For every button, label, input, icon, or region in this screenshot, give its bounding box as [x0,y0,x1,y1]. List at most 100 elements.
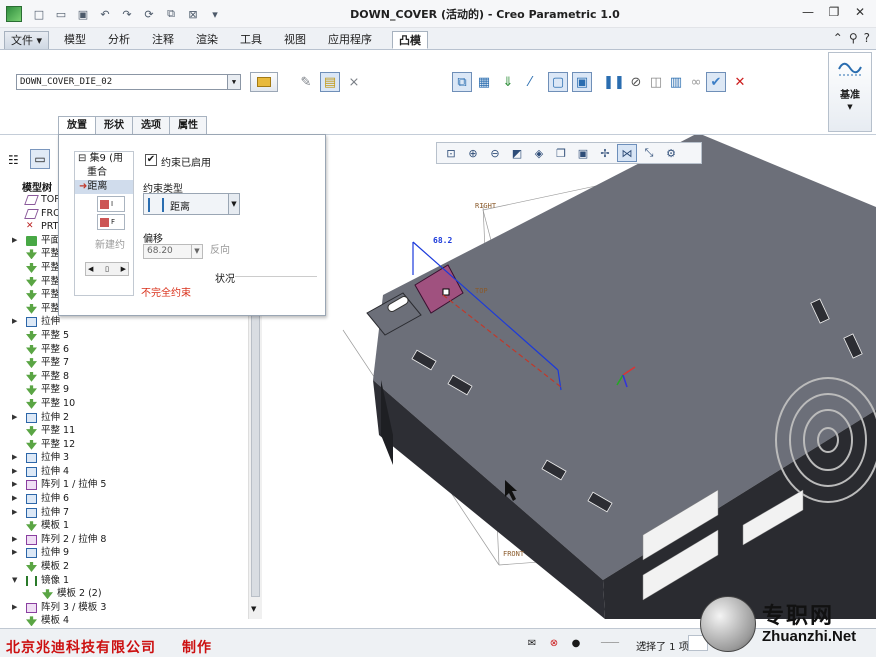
stop-icon[interactable]: ⊗ [546,635,562,651]
close-icon[interactable]: ✕ [852,4,868,20]
restore-icon[interactable]: ❐ [826,4,842,20]
ref-1[interactable]: I [97,196,125,212]
tree-item[interactable]: ▶ 拉伸 6 [0,492,248,506]
saved-views-icon[interactable]: ❐ [551,144,571,162]
list-scrollbar[interactable]: ◀ ▯ ▶ [85,262,129,276]
offset-input[interactable]: 68.20 ▼ [143,244,203,259]
ref-2[interactable]: F [97,214,125,230]
constraint-type-select[interactable]: 距离 ▼ [143,193,240,215]
open-folder-button[interactable] [250,72,278,92]
new-file-icon[interactable]: □ [30,5,48,23]
qat-dropdown-icon[interactable]: ▾ [206,5,224,23]
chevron-down-icon[interactable]: ▼ [227,75,240,89]
graphics-area[interactable]: 68.2 RIGHT TOP FRONT [263,133,876,619]
tab-options[interactable]: 选项 [133,116,170,135]
repaint-icon[interactable]: ◩ [507,144,527,162]
new-constraint[interactable]: 新建约 [75,236,133,251]
minimize-icon[interactable]: — [800,4,816,20]
cancel-x-icon[interactable]: ✕ [730,72,750,92]
collapse-ribbon-icon[interactable]: ⌃ [833,31,843,45]
tab-render[interactable]: 渲染 [190,31,224,49]
frame-icon[interactable]: ▢ [548,72,568,92]
chevron-down-icon[interactable]: ▼ [228,193,240,215]
tab-placement[interactable]: 放置 [58,116,96,135]
verify-icon[interactable]: ▥ [666,72,686,92]
regen-slider-icon[interactable]: ● [568,635,584,651]
tree-item[interactable]: ▶ 拉伸 2 [0,411,248,425]
dimension-value[interactable]: 68.2 [433,236,452,245]
undo-icon[interactable]: ↶ [96,5,114,23]
mold-icon[interactable]: ⇓ [498,72,518,92]
orient-icon[interactable]: ◈ [529,144,549,162]
save-icon[interactable]: ▣ [74,5,92,23]
window-icon[interactable]: ⧉ [162,5,180,23]
expand-icon[interactable]: ▶ [12,601,17,615]
tab-view[interactable]: 视图 [278,31,312,49]
creo-app-icon[interactable] [6,6,22,22]
datum-button[interactable]: 基准 ▼ [828,52,872,132]
tab-properties[interactable]: 属性 [170,116,207,135]
message-icon[interactable]: ✉ [524,635,540,651]
tab-model[interactable]: 模型 [58,31,92,49]
constraint-row-distance[interactable]: ➜距离 [75,180,133,194]
annotation-display-icon[interactable]: ⤡ [639,144,659,162]
datum-display-icon[interactable]: ✢ [595,144,615,162]
tree-folder-icon[interactable]: ▭ [30,149,50,169]
tree-item[interactable]: 平整 6 [0,343,248,357]
tree-item[interactable]: ▶ 阵列 3 / 模板 3 [0,601,248,615]
tree-item[interactable]: 平整 9 [0,383,248,397]
tab-file[interactable]: 文件 ▾ [4,31,50,49]
tree-item[interactable]: ▶ 拉伸 3 [0,451,248,465]
expand-icon[interactable]: ▶ [12,315,17,329]
constraint-enabled-checkbox[interactable]: ✔ [145,154,157,166]
tree-item[interactable]: 平整 5 [0,329,248,343]
constraint-row-coincident[interactable]: 重合 [75,166,133,180]
tab-annotate[interactable]: 注释 [146,31,180,49]
expand-icon[interactable]: ▶ [12,492,17,506]
tree-item[interactable]: ▶ 阵列 1 / 拉伸 5 [0,478,248,492]
expand-icon[interactable]: ▶ [12,451,17,465]
preview-icon[interactable]: ◫ [646,72,666,92]
scroll-right-icon[interactable]: ▶ [121,263,126,275]
tree-item[interactable]: ▶ 拉伸 4 [0,465,248,479]
expand-icon[interactable]: ▶ [12,411,17,425]
tree-item[interactable]: 平整 11 [0,424,248,438]
percent-icon[interactable]: ⁄ [520,72,540,92]
copy-icon[interactable]: ⧉ [452,72,472,92]
tab-analysis[interactable]: 分析 [102,31,136,49]
apply-check-icon[interactable]: ✔ [706,72,726,92]
zoom-in-icon[interactable]: ⊕ [463,144,483,162]
progress-slider[interactable]: ─── [590,635,630,651]
scroll-left-icon[interactable]: ◀ [88,263,93,275]
tree-item[interactable]: 平整 10 [0,397,248,411]
flip-button[interactable]: 反向 [205,244,235,259]
glasses-icon[interactable]: ∞ [686,72,706,92]
collapse-icon[interactable]: ▼ [12,574,17,588]
tree-item[interactable]: 平整 8 [0,370,248,384]
frame-fill-icon[interactable]: ▣ [572,72,592,92]
expand-icon[interactable]: ▶ [12,546,17,560]
expand-icon[interactable]: ▶ [12,234,17,248]
die-selector[interactable]: DOWN_COVER_DIE_02 ▼ [16,74,241,90]
chevron-down-icon[interactable]: ▼ [191,245,202,258]
tree-item[interactable]: 模板 2 [0,560,248,574]
close-window-icon[interactable]: ⊠ [184,5,202,23]
expand-icon[interactable]: ▶ [12,533,17,547]
zoom-out-icon[interactable]: ⊖ [485,144,505,162]
csys-display-icon[interactable]: ⋈ [617,144,637,162]
search-icon[interactable]: ⚲ [849,31,858,45]
tree-item[interactable]: 模板 2 (2) [0,587,248,601]
tree-item[interactable]: ▼ 镜像 1 [0,574,248,588]
remove-icon[interactable]: ⨯ [344,72,364,92]
pause-icon[interactable]: ❚❚ [603,72,625,92]
tree-item[interactable]: ▶ 阵列 2 / 拉伸 8 [0,533,248,547]
tree-item[interactable]: ▶ 拉伸 9 [0,546,248,560]
tab-punch[interactable]: 凸模 [392,31,428,49]
tab-tools[interactable]: 工具 [234,31,268,49]
tree-item[interactable]: 模板 1 [0,519,248,533]
redo-icon[interactable]: ↷ [118,5,136,23]
tab-shape[interactable]: 形状 [96,116,133,135]
expand-icon[interactable]: ▶ [12,465,17,479]
expand-icon[interactable]: ▶ [12,506,17,520]
tree-settings-icon[interactable]: ☷ [8,153,19,167]
